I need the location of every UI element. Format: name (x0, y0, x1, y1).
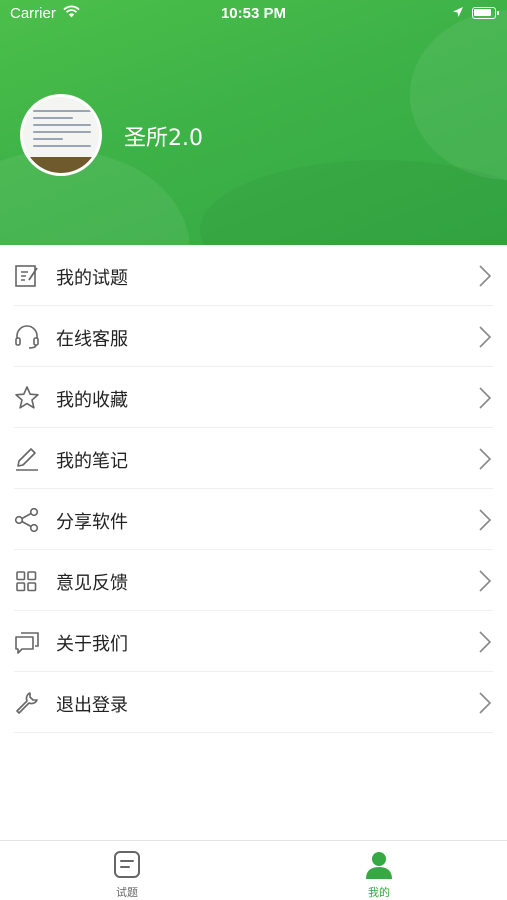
menu-item-label: 分享软件 (56, 512, 128, 533)
avatar-image-strip (23, 157, 99, 173)
chat-icon (15, 632, 39, 654)
header-decoration (410, 10, 507, 180)
menu-item-feedback[interactable]: 意见反馈 (0, 550, 507, 611)
menu-item-my-questions[interactable]: 我的试题 (0, 245, 507, 306)
person-icon (366, 852, 392, 879)
header-decoration (200, 160, 507, 245)
profile-header: Carrier 10:53 PM 圣所2.0 (0, 0, 507, 245)
tab-profile[interactable]: 我的 (319, 841, 439, 900)
chevron-right-icon (479, 265, 492, 287)
chevron-right-icon (479, 631, 492, 653)
chevron-right-icon (479, 448, 492, 470)
menu-item-online-support[interactable]: 在线客服 (0, 306, 507, 367)
menu-item-share-app[interactable]: 分享软件 (0, 489, 507, 550)
chevron-right-icon (479, 326, 492, 348)
status-bar: Carrier 10:53 PM (0, 0, 507, 28)
tab-label: 试题 (116, 886, 138, 899)
menu-item-my-notes[interactable]: 我的笔记 (0, 428, 507, 489)
tab-label: 我的 (368, 886, 390, 899)
menu-item-label: 意见反馈 (56, 573, 128, 594)
menu-item-label: 我的笔记 (56, 451, 128, 472)
menu-item-label: 在线客服 (56, 329, 128, 350)
grid-icon (16, 571, 37, 592)
pen-icon (16, 448, 38, 471)
battery-icon (472, 7, 499, 19)
chevron-right-icon (479, 509, 492, 531)
divider (14, 732, 493, 733)
edit-icon (15, 265, 38, 287)
tab-questions[interactable]: 试题 (67, 841, 187, 900)
menu-item-logout[interactable]: 退出登录 (0, 672, 507, 733)
menu-item-label: 我的试题 (56, 268, 128, 289)
chevron-right-icon (479, 387, 492, 409)
chevron-right-icon (479, 692, 492, 714)
star-icon (15, 386, 39, 409)
username: 圣所2.0 (124, 126, 203, 151)
menu-item-label: 关于我们 (56, 634, 128, 655)
document-icon (114, 851, 140, 878)
menu-item-label: 我的收藏 (56, 390, 128, 411)
avatar[interactable] (20, 94, 102, 176)
menu-item-label: 退出登录 (56, 695, 128, 716)
tab-bar: 试题 我的 (0, 840, 507, 900)
wrench-icon (16, 692, 38, 714)
location-arrow-icon (453, 7, 463, 17)
menu-list: 我的试题 在线客服 我的收藏 我的笔记 分享软件 意见反馈 关于我们 退出登录 (0, 245, 507, 733)
avatar-image (29, 105, 95, 161)
clock: 10:53 PM (220, 5, 287, 22)
menu-item-my-favorites[interactable]: 我的收藏 (0, 367, 507, 428)
headset-icon (15, 325, 39, 349)
menu-item-about-us[interactable]: 关于我们 (0, 611, 507, 672)
share-icon (14, 507, 39, 533)
chevron-right-icon (479, 570, 492, 592)
